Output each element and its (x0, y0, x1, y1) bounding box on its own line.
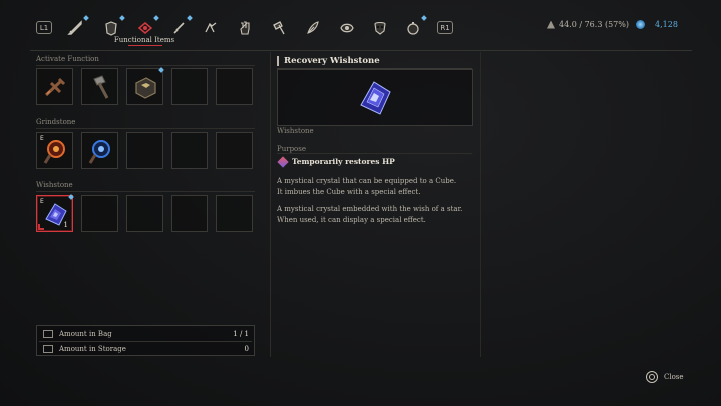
purpose-value: Temporarily restores HP (292, 157, 395, 166)
description-line: It imbues the Cube with a special effect… (277, 188, 421, 196)
description-line: A mystical crystal that can be equipped … (277, 177, 457, 185)
item-slot[interactable] (126, 67, 164, 105)
consumable-icon (407, 22, 419, 35)
functional-items-icon (137, 22, 153, 34)
feather-icon (307, 21, 319, 34)
ergo-indicator: 4,128 (636, 20, 678, 29)
section-divider (36, 65, 255, 66)
selection-corner (38, 224, 44, 230)
equipped-marker: E (40, 135, 44, 142)
category-mask[interactable] (369, 17, 391, 39)
amount-in-storage-value: 0 (244, 345, 249, 353)
cube-box-icon (135, 77, 156, 99)
section-label-activate-function: Activate Function (36, 55, 99, 63)
amount-in-bag-label: Amount in Bag (59, 330, 112, 338)
detail-divider (480, 52, 481, 357)
ergo-value: 4,128 (655, 20, 678, 29)
section-label-wishstone: Wishstone (36, 181, 73, 189)
amount-in-storage-row: Amount in Storage 0 (43, 342, 249, 356)
item-category: Wishstone (277, 127, 314, 135)
new-marker (83, 15, 89, 21)
description-line: When used, it can display a special effe… (277, 216, 426, 224)
category-gauntlet[interactable] (234, 17, 256, 39)
item-slot[interactable] (81, 132, 118, 169)
amulet-icon (340, 23, 354, 33)
new-marker (187, 15, 193, 21)
new-marker (158, 67, 164, 73)
weight-icon (547, 20, 555, 29)
panel-divider (270, 52, 271, 357)
electric-grindstone-icon (88, 140, 110, 164)
header-divider (30, 50, 692, 51)
recovery-wishstone-icon (360, 80, 391, 115)
purpose-label: Purpose (277, 145, 306, 153)
l1-button[interactable]: L1 (36, 21, 52, 34)
section-label-grindstone: Grindstone (36, 118, 76, 126)
empty-slot[interactable] (216, 68, 253, 105)
legion-arm-icon (205, 22, 217, 33)
item-count: 1 (63, 221, 68, 229)
sword-icon (67, 20, 82, 35)
new-marker (421, 15, 427, 21)
item-preview (277, 69, 473, 126)
empty-slot[interactable] (81, 195, 118, 232)
hammer-icon (273, 21, 285, 35)
category-consumables[interactable] (402, 15, 427, 39)
item-slot-selected[interactable]: E 1 (36, 194, 74, 232)
empty-slot[interactable] (171, 132, 208, 169)
circle-button-icon (646, 371, 658, 383)
amount-in-bag-value: 1 / 1 (233, 330, 249, 338)
selected-category-underline (128, 45, 162, 46)
item-slot[interactable] (36, 68, 73, 105)
bag-icon (43, 330, 53, 338)
description-line: A mystical crystal embedded with the wis… (277, 205, 463, 213)
close-label: Close (664, 373, 684, 381)
empty-slot[interactable] (171, 68, 208, 105)
new-marker (119, 15, 125, 21)
category-feather[interactable] (302, 17, 324, 39)
amount-in-bag-row: Amount in Bag 1 / 1 (43, 327, 249, 341)
new-marker (153, 15, 159, 21)
ergo-icon (636, 20, 645, 29)
weight-value: 44.0 / 76.3 (57%) (559, 20, 629, 29)
category-amulet[interactable] (336, 17, 358, 39)
new-marker (68, 194, 74, 200)
item-slot[interactable] (81, 68, 118, 105)
empty-slot[interactable] (216, 195, 253, 232)
item-slot[interactable]: E (36, 132, 73, 169)
equipped-marker: E (40, 198, 44, 205)
category-hammer[interactable] (268, 17, 290, 39)
selected-category-label: Functional Items (113, 36, 175, 44)
fuse-crossbow-icon (44, 77, 66, 97)
storage-icon (43, 345, 53, 353)
weight-indicator: 44.0 / 76.3 (57%) (547, 20, 629, 29)
purpose-divider (277, 153, 472, 154)
hammer-tool-icon (93, 75, 109, 99)
purpose-icon (277, 155, 289, 168)
empty-slot[interactable] (126, 132, 163, 169)
mask-icon (374, 21, 386, 35)
armor-icon (105, 21, 117, 36)
empty-slot[interactable] (216, 132, 253, 169)
amount-in-storage-label: Amount in Storage (59, 345, 126, 353)
r1-button[interactable]: R1 (437, 21, 453, 34)
item-title: Recovery Wishstone (277, 56, 380, 66)
item-description-1: A mystical crystal that can be equipped … (277, 176, 477, 198)
empty-slot[interactable] (126, 195, 163, 232)
dagger-icon (173, 22, 185, 34)
amount-box: Amount in Bag 1 / 1 Amount in Storage 0 (36, 325, 255, 356)
close-button[interactable]: Close (646, 371, 684, 383)
category-legion-arm[interactable] (200, 17, 222, 39)
category-bar: L1 R1 Functional Items 44.0 / 76.3 (57%)… (0, 0, 721, 50)
section-divider (36, 191, 255, 192)
section-divider (36, 128, 255, 129)
gauntlet-icon (240, 21, 250, 35)
purpose-text: Temporarily restores HP (277, 155, 395, 168)
category-weapons[interactable] (64, 15, 89, 39)
item-description-2: A mystical crystal embedded with the wis… (277, 204, 477, 226)
empty-slot[interactable] (171, 195, 208, 232)
fire-grindstone-icon (43, 140, 65, 164)
